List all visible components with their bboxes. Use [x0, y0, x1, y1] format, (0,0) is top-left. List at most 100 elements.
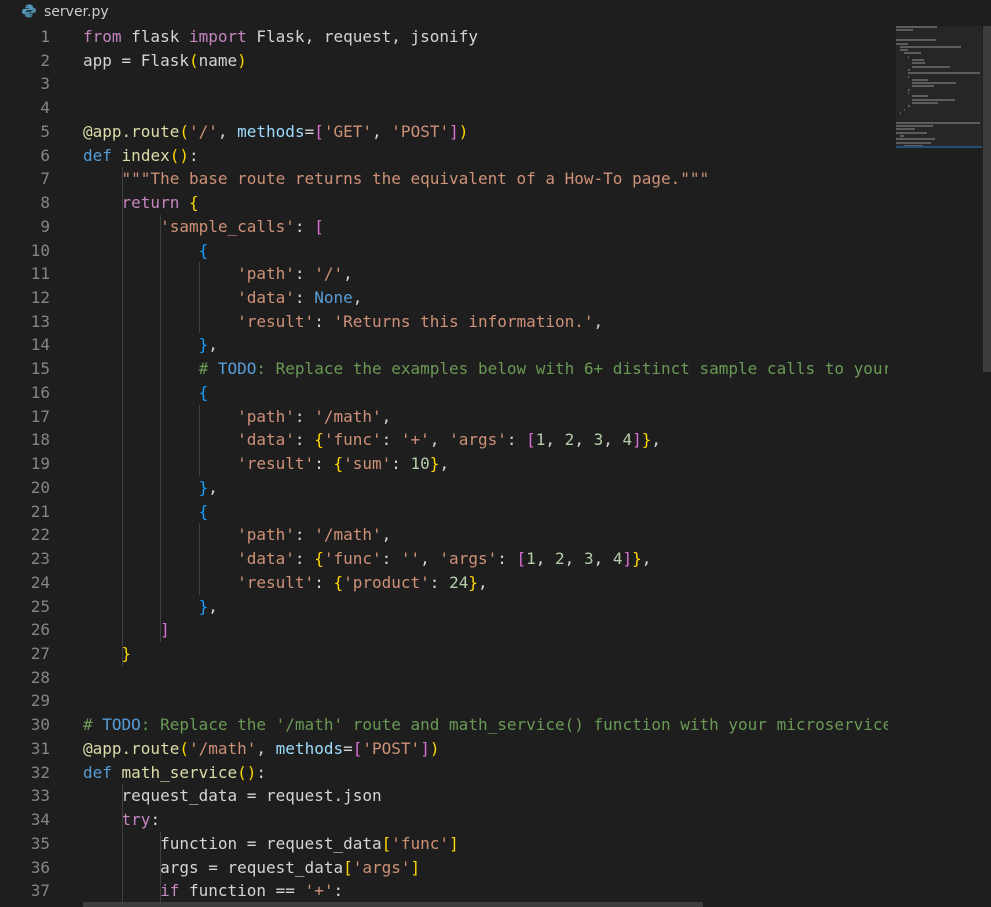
- horizontal-scrollbar-thumb[interactable]: [83, 902, 703, 907]
- code-token: {: [198, 240, 209, 260]
- code-line[interactable]: 16 {: [0, 381, 888, 405]
- code-line[interactable]: 5 @app.route('/', methods=['GET', 'POST']…: [0, 120, 888, 144]
- code-token: 'Returns this information.': [333, 311, 594, 331]
- code-token: }: [198, 335, 209, 355]
- code-line[interactable]: 9 'sample_calls': [: [0, 215, 888, 239]
- code-line[interactable]: 22 'path': '/math',: [0, 523, 888, 547]
- line-number: 2: [40, 50, 50, 70]
- code-line[interactable]: 37 if function == '+':: [0, 879, 888, 903]
- code-line[interactable]: 3: [0, 72, 888, 96]
- code-line[interactable]: 31 @app.route('/math', methods=['POST']): [0, 737, 888, 761]
- code-line[interactable]: 17 'path': '/math',: [0, 405, 888, 429]
- code-text[interactable]: from flask import Flask, request, jsonif…: [83, 26, 478, 49]
- code-line[interactable]: 32 def math_service():: [0, 761, 888, 785]
- code-line[interactable]: 8 return {: [0, 191, 888, 215]
- code-text[interactable]: return {: [83, 191, 199, 215]
- code-text[interactable]: args = request_data['args']: [83, 856, 420, 880]
- code-token: methods: [237, 121, 305, 141]
- tab-filename[interactable]: server.py: [44, 3, 109, 21]
- code-line[interactable]: 18 'data': {'func': '+', 'args': [1, 2, …: [0, 428, 888, 452]
- code-text[interactable]: {: [83, 239, 209, 263]
- code-token: {: [333, 572, 344, 592]
- code-line[interactable]: 24 'result': {'product': 24},: [0, 571, 888, 595]
- line-number: 7: [40, 169, 50, 189]
- code-line[interactable]: 15 # TODO: Replace the examples below wi…: [0, 357, 888, 381]
- code-line[interactable]: 23 'data': {'func': '', 'args': [1, 2, 3…: [0, 547, 888, 571]
- code-line[interactable]: 25 },: [0, 595, 888, 619]
- code-text[interactable]: {: [83, 381, 209, 405]
- code-line[interactable]: 7 """The base route returns the equivale…: [0, 167, 888, 191]
- code-line[interactable]: 1 from flask import Flask, request, jsoni…: [0, 26, 888, 49]
- code-token: ]: [160, 620, 170, 640]
- code-text[interactable]: 'result': {'product': 24},: [83, 571, 487, 595]
- code-text[interactable]: 'data': None,: [83, 286, 362, 310]
- code-text[interactable]: },: [83, 476, 218, 500]
- code-token: None: [314, 288, 353, 308]
- minimap-viewport-slider[interactable]: [896, 26, 982, 148]
- code-text[interactable]: 'data': {'func': '', 'args': [1, 2, 3, 4…: [83, 547, 651, 571]
- code-line[interactable]: 21 {: [0, 500, 888, 524]
- code-text[interactable]: }: [83, 642, 132, 666]
- code-token: ,: [651, 430, 662, 450]
- code-line[interactable]: 35 function = request_data['func']: [0, 832, 888, 856]
- code-token: }: [121, 643, 132, 663]
- vertical-scrollbar-thumb[interactable]: [983, 26, 991, 372]
- code-token: return: [121, 193, 180, 213]
- code-line[interactable]: 4: [0, 96, 888, 120]
- code-token: :: [294, 216, 315, 236]
- code-text[interactable]: 'result': {'sum': 10},: [83, 452, 449, 476]
- code-line[interactable]: 27 }: [0, 642, 888, 666]
- code-text[interactable]: 'path': '/math',: [83, 405, 391, 429]
- code-text[interactable]: request_data = request.json: [83, 784, 382, 808]
- code-text[interactable]: def math_service():: [83, 761, 266, 785]
- code-text[interactable]: # TODO: Replace the '/math' route and ma…: [83, 713, 888, 737]
- code-text[interactable]: app = Flask(name): [83, 49, 247, 73]
- code-text[interactable]: @app.route('/', methods=['GET', 'POST']): [83, 120, 468, 144]
- code-token: 1: [526, 549, 536, 569]
- code-token: ): [179, 145, 189, 165]
- code-token: 'data': [237, 430, 295, 450]
- code-line[interactable]: 26 ]: [0, 618, 888, 642]
- code-line[interactable]: 29: [0, 689, 888, 713]
- line-number: 32: [30, 762, 50, 782]
- code-text[interactable]: # TODO: Replace the examples below with …: [83, 357, 888, 381]
- code-line[interactable]: 19 'result': {'sum': 10},: [0, 452, 888, 476]
- code-token: ,: [603, 430, 623, 450]
- code-text[interactable]: """The base route returns the equivalent…: [83, 167, 710, 191]
- code-text[interactable]: },: [83, 333, 218, 357]
- code-line[interactable]: 13 'result': 'Returns this information.'…: [0, 310, 888, 334]
- code-token: 'args': [352, 857, 411, 877]
- code-token: 'result': [237, 311, 315, 331]
- code-token: ,: [593, 311, 604, 331]
- code-text[interactable]: {: [83, 500, 209, 524]
- code-text[interactable]: function = request_data['func']: [83, 832, 459, 856]
- code-editor[interactable]: 1 from flask import Flask, request, jsoni…: [0, 26, 888, 907]
- code-line[interactable]: 11 'path': '/',: [0, 262, 888, 286]
- code-line[interactable]: 6 def index():: [0, 144, 888, 168]
- code-text[interactable]: def index():: [83, 144, 199, 168]
- code-line[interactable]: 10 {: [0, 239, 888, 263]
- code-line[interactable]: 36 args = request_data['args']: [0, 856, 888, 880]
- code-text[interactable]: 'path': '/',: [83, 262, 353, 286]
- code-line[interactable]: 14 },: [0, 333, 888, 357]
- code-token: '/math': [314, 525, 382, 545]
- code-line[interactable]: 34 try:: [0, 808, 888, 832]
- code-text[interactable]: ]: [83, 618, 170, 642]
- code-line[interactable]: 33 request_data = request.json: [0, 784, 888, 808]
- line-number: 16: [30, 382, 50, 402]
- code-token: 'data': [237, 288, 295, 308]
- code-line[interactable]: 20 },: [0, 476, 888, 500]
- code-text[interactable]: },: [83, 595, 218, 619]
- code-text[interactable]: @app.route('/math', methods=['POST']): [83, 737, 439, 761]
- code-text[interactable]: 'sample_calls': [: [83, 215, 324, 239]
- code-line[interactable]: 2 app = Flask(name): [0, 49, 888, 73]
- code-text[interactable]: 'path': '/math',: [83, 523, 391, 547]
- code-token: methods: [275, 738, 344, 758]
- line-number: 28: [30, 667, 50, 687]
- code-token: ,: [564, 549, 584, 569]
- code-line[interactable]: 30 # TODO: Replace the '/math' route and …: [0, 713, 888, 737]
- code-token: :: [294, 549, 315, 569]
- code-text[interactable]: 'data': {'func': '+', 'args': [1, 2, 3, …: [83, 428, 661, 452]
- code-line[interactable]: 28: [0, 666, 888, 690]
- code-line[interactable]: 12 'data': None,: [0, 286, 888, 310]
